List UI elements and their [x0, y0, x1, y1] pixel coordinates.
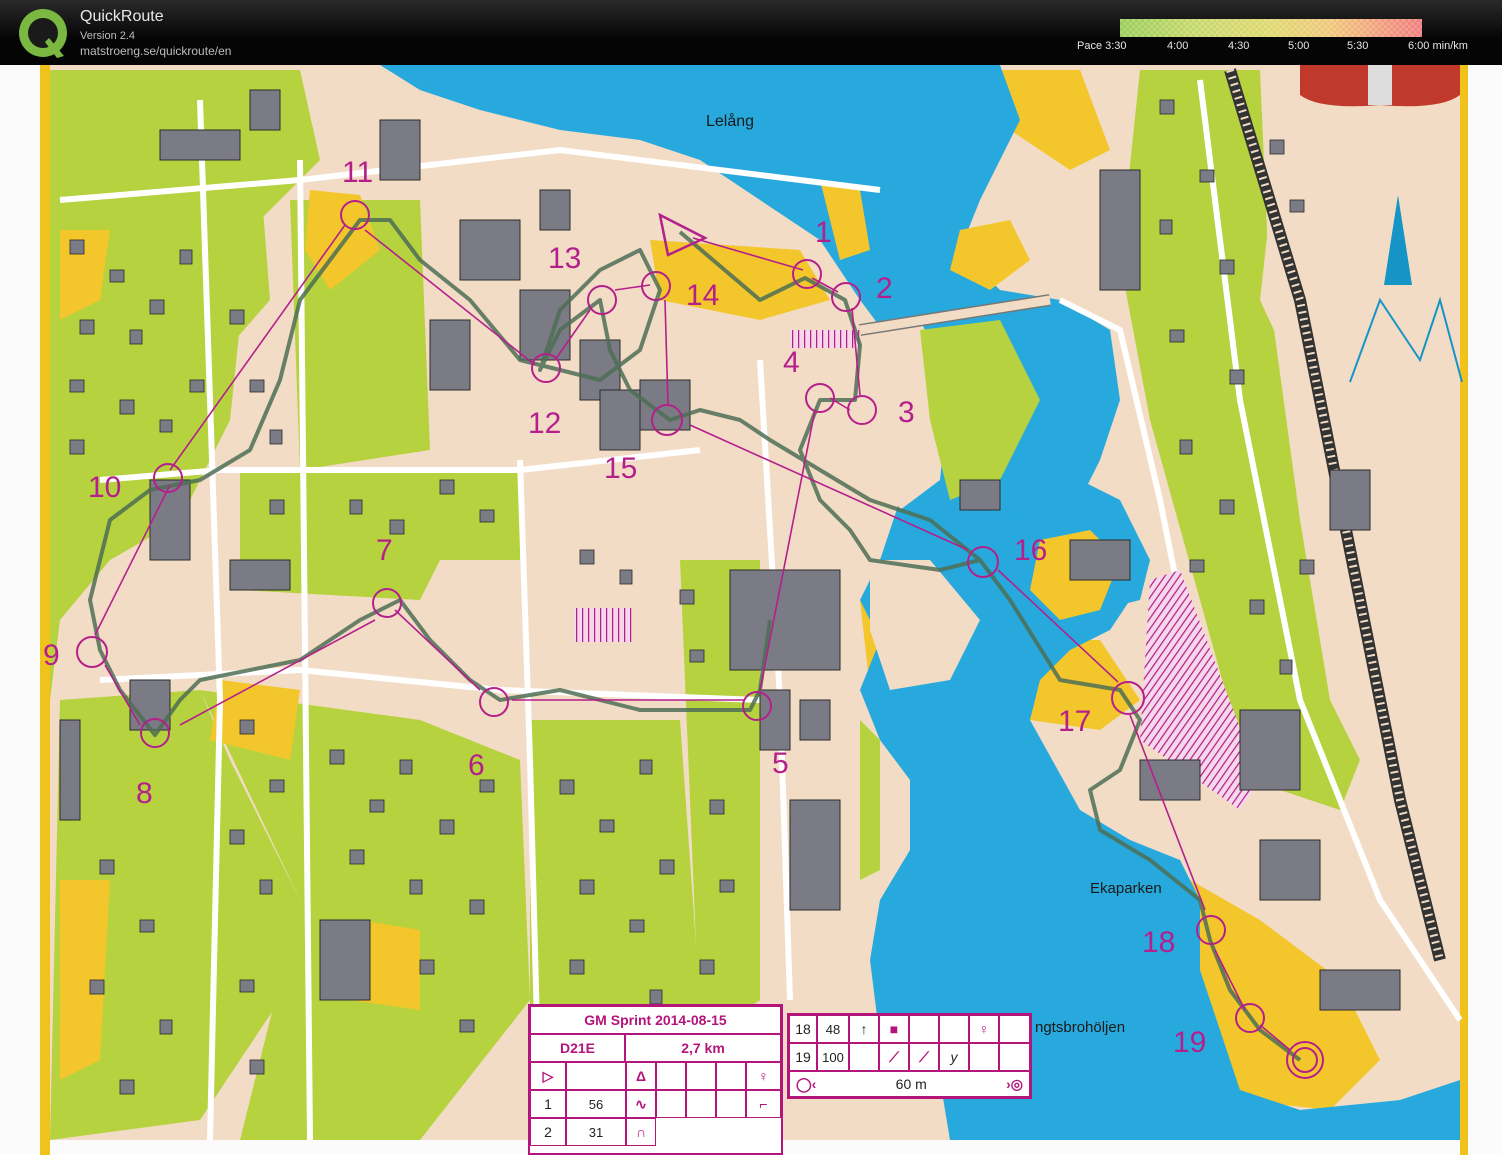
start-symbol-icon: ▷: [530, 1062, 566, 1090]
breakwater: [860, 720, 880, 880]
place-name-park: Ekaparken: [1090, 880, 1162, 897]
control-number: 1: [815, 216, 832, 249]
map-border-left: [40, 65, 50, 1155]
control-number: 13: [548, 242, 581, 275]
triangle-symbol-icon: Δ: [626, 1062, 656, 1090]
quickroute-window: QuickRoute Version 2.4 matstroeng.se/qui…: [0, 0, 1502, 1155]
square-symbol-icon: ■: [879, 1015, 909, 1043]
control-row-number: 19: [789, 1043, 817, 1071]
control-number: 16: [1014, 534, 1047, 567]
pace-label-4-00: 4:00: [1167, 40, 1189, 52]
control-row-number: 1: [530, 1090, 566, 1118]
finish-circle-icon: ›◎: [1006, 1075, 1023, 1092]
control-row-code: 100: [817, 1043, 849, 1071]
control-row-code: 31: [566, 1118, 626, 1146]
empty-cell: [686, 1090, 716, 1118]
empty-cell: [849, 1043, 879, 1071]
finish-row: ◯‹ 60 m ›◎: [789, 1071, 1030, 1097]
place-name-cape: ngtsbrohöljen: [1035, 1019, 1125, 1036]
description-symbol-icon: ∿: [626, 1090, 656, 1118]
control-number: 8: [136, 777, 153, 810]
empty-cell: [999, 1043, 1030, 1071]
finish-distance: 60 m: [895, 1076, 927, 1092]
control-number: 14: [686, 279, 719, 312]
pace-color-legend: [1120, 19, 1422, 37]
control-number: 4: [783, 346, 800, 379]
control-number: 6: [468, 749, 485, 782]
empty-cell: [969, 1043, 999, 1071]
control-row-number: 2: [530, 1118, 566, 1146]
control-description-sheet-finish: 18 48 ↑ ■ ♀ 19 100 ⟋ ⟋ y ◯‹ 60 m ›◎: [787, 1013, 1032, 1099]
pace-label-6-00: 6:00 min/km: [1408, 40, 1468, 52]
course-class: D21E: [530, 1034, 625, 1062]
empty-cell: [939, 1015, 969, 1043]
club-emblem-icon: [1300, 65, 1460, 107]
orienteering-map[interactable]: 1 2 3 4 5 6 7 8 9 10 11 12 13 14 15 16 1…: [0, 65, 1502, 1155]
app-website: matstroeng.se/quickroute/en: [80, 44, 232, 58]
control-number: 11: [342, 156, 373, 189]
header-bar: QuickRoute Version 2.4 matstroeng.se/qui…: [0, 0, 1502, 65]
arrow-up-icon: ↑: [849, 1015, 879, 1043]
control-number: 3: [898, 396, 915, 429]
empty-cell: [566, 1062, 626, 1090]
control-row-code: 56: [566, 1090, 626, 1118]
control-number: 15: [604, 452, 637, 485]
location-symbol-icon: ⌐: [746, 1090, 781, 1118]
pace-label-5-30: 5:30: [1347, 40, 1369, 52]
empty-cell: [909, 1015, 939, 1043]
control-number: 12: [528, 407, 561, 440]
control-description-sheet: GM Sprint 2014-08-15 D21E 2,7 km ▷ Δ ♀ 1…: [528, 1004, 783, 1155]
female-symbol-icon: ♀: [969, 1015, 999, 1043]
empty-cell: [686, 1062, 716, 1090]
control-row-code: 48: [817, 1015, 849, 1043]
course-length: 2,7 km: [625, 1034, 781, 1062]
control-number: 18: [1142, 926, 1175, 959]
control-number: 19: [1173, 1026, 1206, 1059]
pace-label-3-30: Pace 3:30: [1077, 40, 1127, 52]
app-version: Version 2.4: [80, 30, 136, 42]
slash-symbol-icon: ⟋: [909, 1043, 939, 1071]
control-number: 7: [376, 534, 393, 567]
pace-label-4-30: 4:30: [1228, 40, 1250, 52]
empty-cell: [716, 1062, 746, 1090]
control-number: 9: [43, 639, 60, 672]
control-number: 17: [1058, 705, 1091, 738]
map-border-right: [1460, 65, 1468, 1155]
control-number: 10: [88, 471, 121, 504]
quickroute-logo-icon: [19, 9, 67, 58]
app-title: QuickRoute: [80, 8, 164, 25]
female-symbol-icon: ♀: [746, 1062, 781, 1090]
forbidden-area: [574, 608, 632, 642]
forbidden-area: [790, 330, 860, 348]
empty-cell: [656, 1090, 686, 1118]
finish-start-circle-icon: ◯‹: [796, 1075, 817, 1092]
control-number: 5: [772, 747, 789, 780]
control-number: 2: [876, 272, 893, 305]
map-canvas[interactable]: 1 2 3 4 5 6 7 8 9 10 11 12 13 14 15 16 1…: [0, 65, 1502, 1155]
event-title: GM Sprint 2014-08-15: [530, 1006, 781, 1034]
control-row-number: 18: [789, 1015, 817, 1043]
pace-label-5-00: 5:00: [1288, 40, 1310, 52]
empty-cell: [716, 1090, 746, 1118]
y-symbol: y: [939, 1043, 969, 1071]
place-name-lake: Lelång: [706, 112, 754, 130]
empty-cell: [999, 1015, 1030, 1043]
slash-symbol-icon: ⟋: [879, 1043, 909, 1071]
empty-cell: [656, 1062, 686, 1090]
description-symbol-icon: ∩: [626, 1118, 656, 1146]
